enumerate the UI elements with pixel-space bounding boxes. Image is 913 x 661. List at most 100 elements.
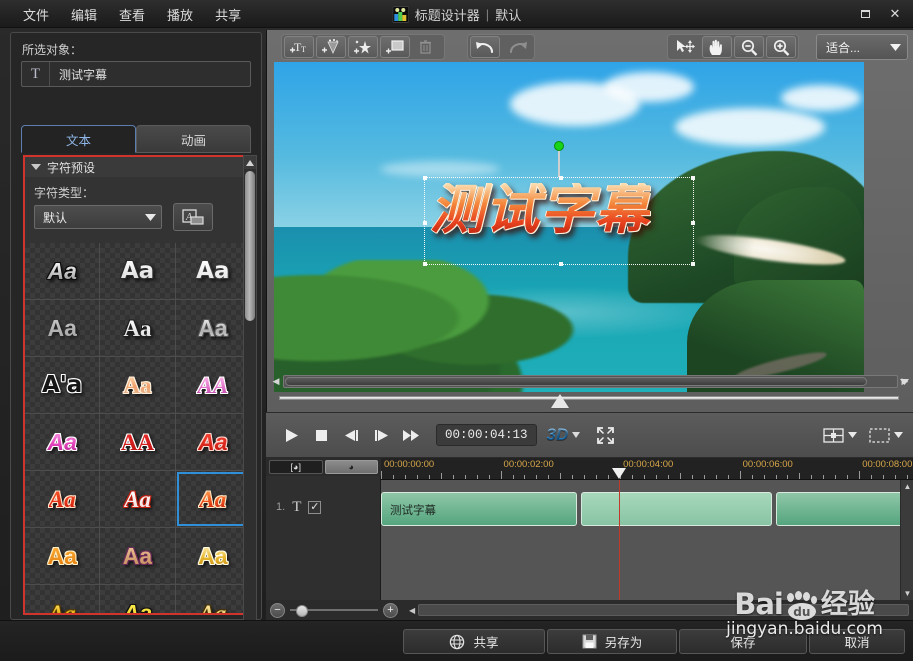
ruler-tick — [428, 475, 430, 479]
preset-thumbnail[interactable]: Aa — [25, 243, 101, 300]
menu-play[interactable]: 播放 — [156, 2, 204, 27]
undo-button[interactable] — [470, 36, 500, 58]
add-frame-button[interactable] — [380, 36, 410, 58]
preset-thumbnail[interactable]: Aa — [100, 528, 176, 585]
safe-area-dropdown[interactable] — [869, 427, 903, 443]
menu-file[interactable]: 文件 — [12, 2, 60, 27]
preset-thumbnail[interactable]: Aa — [25, 528, 101, 585]
fast-forward-button[interactable] — [396, 420, 426, 450]
share-button[interactable]: 共享 — [403, 629, 545, 654]
restore-button[interactable] — [851, 3, 879, 25]
tab-text[interactable]: 文本 — [21, 125, 136, 153]
scrub-track[interactable] — [279, 396, 899, 400]
timeline-zoom-slider[interactable] — [290, 603, 378, 617]
text-object-selection[interactable]: 测试字幕 — [423, 141, 695, 266]
selected-object-field[interactable]: T 测试字幕 — [21, 61, 251, 87]
play-button[interactable] — [276, 420, 306, 450]
close-button[interactable]: ✕ — [881, 3, 909, 25]
delete-button[interactable] — [412, 36, 442, 58]
preset-thumbnail[interactable]: Aa — [175, 471, 251, 528]
zoom-fit-select[interactable]: 适合... — [816, 34, 908, 60]
preset-thumbnail[interactable]: Aa — [100, 300, 176, 357]
scroll-up-button[interactable] — [244, 156, 256, 169]
preset-panel-scrollbar[interactable] — [243, 155, 257, 647]
slider-knob[interactable] — [296, 605, 308, 617]
preset-thumbnail[interactable]: AA — [100, 414, 176, 471]
scrollbar-track[interactable] — [283, 375, 898, 388]
redo-button[interactable] — [502, 36, 532, 58]
preset-thumbnail[interactable]: Aa — [175, 528, 251, 585]
character-preset-grid[interactable]: Aa Aa Aa Aa Aa Aa A'a Aa AA Aa AA Aa Aa Aa Aa Aa Aa Aa Aa A… — [25, 243, 251, 613]
preset-thumbnail[interactable]: AA — [175, 357, 251, 414]
previous-frame-button[interactable] — [336, 420, 366, 450]
preset-thumbnail[interactable]: Aa — [100, 243, 176, 300]
pan-tool-button[interactable] — [702, 36, 732, 58]
timeline-clip[interactable]: 测试字幕 — [381, 492, 577, 526]
menu-edit[interactable]: 编辑 — [60, 2, 108, 27]
scroll-left-button[interactable]: ◀ — [409, 606, 415, 615]
zoom-in-button[interactable]: + — [383, 602, 398, 618]
timeline-ruler[interactable]: 00:00:00:00 00:00:02:00 00:00:04:00 00:00:0… — [381, 458, 913, 480]
timeline-clip[interactable] — [580, 492, 773, 526]
scroll-up-button[interactable]: ▲ — [901, 480, 913, 493]
add-text-button[interactable]: T T — [284, 36, 314, 58]
character-type-select[interactable]: 默认 — [34, 205, 162, 229]
select-tool-button[interactable] — [670, 36, 700, 58]
overlay-text[interactable]: 测试字幕 — [430, 183, 650, 237]
cancel-button[interactable]: 取消 — [809, 629, 905, 654]
keyframe-mode-button[interactable]: [◕] — [269, 460, 323, 474]
preset-thumbnail[interactable]: Aa — [175, 585, 251, 613]
scroll-left-button[interactable]: ◀ — [269, 376, 283, 387]
save-as-button[interactable]: 另存为 — [547, 629, 677, 654]
timeline-playhead[interactable] — [611, 468, 626, 479]
zoom-out-button[interactable] — [734, 36, 764, 58]
preset-thumbnail[interactable]: Aa — [100, 471, 176, 528]
next-frame-button[interactable] — [366, 420, 396, 450]
clock-mode-button[interactable]: ◕ — [324, 460, 378, 474]
scrollbar-track[interactable] — [418, 604, 909, 616]
rotation-knob-icon[interactable] — [554, 141, 564, 151]
preset-thumbnail[interactable]: Aa — [100, 585, 176, 613]
preview-view-dropdown[interactable] — [897, 373, 911, 390]
preset-thumbnail[interactable]: Aa — [175, 243, 251, 300]
save-button[interactable]: 保存 — [679, 629, 807, 654]
mode-3d-button[interactable]: 3D — [547, 425, 581, 445]
zoom-in-button[interactable] — [766, 36, 796, 58]
add-star-button[interactable] — [348, 36, 378, 58]
preset-thumbnail-label: AA — [120, 429, 155, 455]
timeline-clip[interactable] — [775, 492, 912, 526]
timeline-tracks-area[interactable]: 测试字幕 — [381, 480, 913, 600]
tab-animation[interactable]: 动画 — [136, 125, 251, 153]
timecode-display[interactable]: 00:00:04:13 — [436, 424, 537, 446]
zoom-out-button[interactable]: − — [270, 602, 285, 618]
preset-thumbnail[interactable]: Aa — [175, 414, 251, 471]
track-visibility-checkbox[interactable]: ✓ — [308, 500, 322, 514]
preset-thumbnail[interactable]: A'a — [25, 357, 101, 414]
fullscreen-button[interactable] — [590, 420, 620, 450]
timeline-horizontal-scrollbar[interactable]: ◀ — [409, 604, 909, 617]
title-separator: | — [485, 6, 490, 22]
character-preset-header[interactable]: 字符预设 — [25, 157, 251, 177]
menu-view[interactable]: 查看 — [108, 2, 156, 27]
scroll-down-button[interactable]: ▼ — [901, 587, 913, 600]
scrollbar-thumb[interactable] — [245, 171, 255, 321]
timeline-vertical-scrollbar[interactable]: ▲ ▼ — [900, 480, 913, 600]
video-preview-canvas[interactable]: 测试字幕 — [274, 62, 864, 392]
scrollbar-thumb[interactable] — [285, 377, 868, 386]
timeline-clip-lane[interactable]: 测试字幕 — [381, 492, 913, 526]
grid-overlay-dropdown[interactable] — [823, 427, 857, 443]
preset-thumbnail[interactable]: Aa — [25, 300, 101, 357]
add-effect-button[interactable] — [316, 36, 346, 58]
stop-button[interactable] — [306, 420, 336, 450]
preset-thumbnail[interactable]: Aa — [25, 414, 101, 471]
preset-thumbnail[interactable]: Aa — [25, 585, 101, 613]
preset-thumbnail[interactable]: Aa — [100, 357, 176, 414]
preset-thumbnail[interactable]: Aa — [25, 471, 101, 528]
scrub-playhead[interactable] — [551, 394, 569, 408]
preview-scrub-bar[interactable] — [279, 392, 899, 410]
menu-share[interactable]: 共享 — [204, 2, 252, 27]
preset-thumbnail[interactable]: Aa — [175, 300, 251, 357]
rotation-handle[interactable] — [554, 141, 564, 177]
font-manage-button[interactable]: A — [173, 203, 213, 231]
preview-horizontal-scrollbar[interactable]: ◀ ▶ — [267, 373, 913, 390]
